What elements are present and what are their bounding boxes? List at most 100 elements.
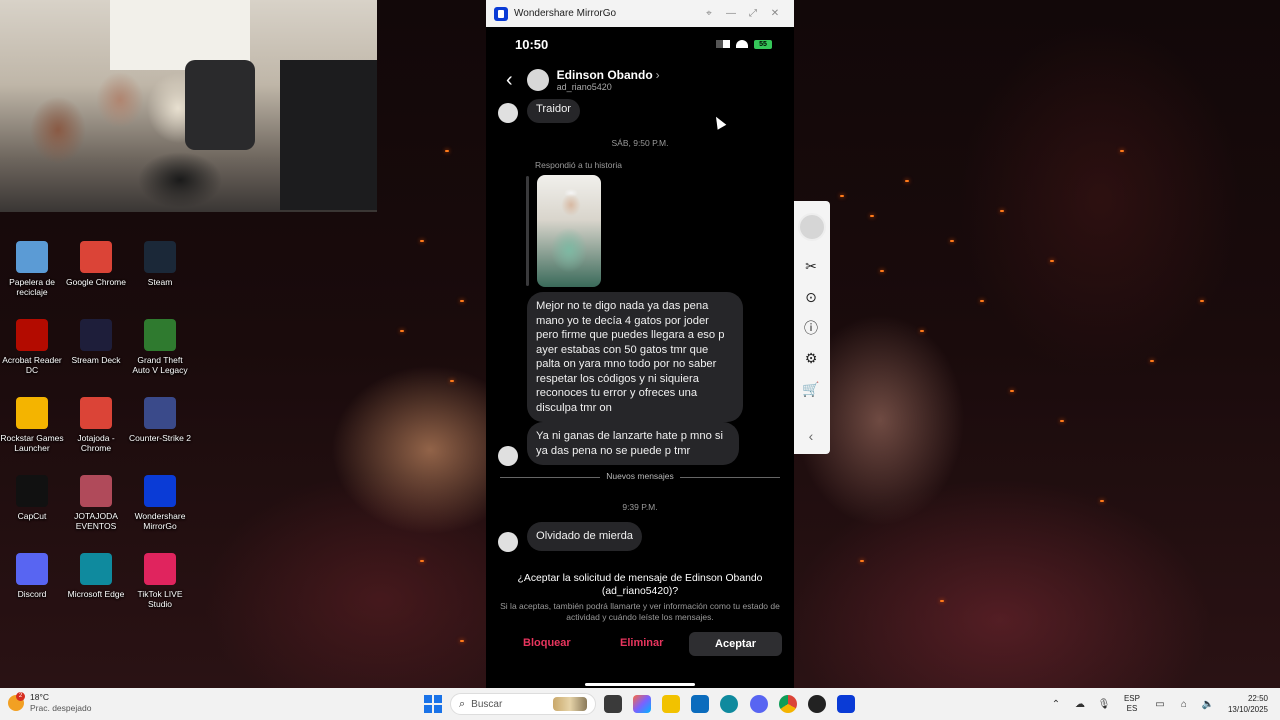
desktop-icon-label: TikTok LIVE Studio (137, 589, 183, 609)
delete-button[interactable]: Eliminar (620, 637, 663, 649)
ember (870, 215, 874, 217)
search-highlight-image (553, 697, 587, 711)
store-icon[interactable] (691, 695, 709, 713)
ember (460, 300, 464, 302)
weather-widget[interactable]: 2 18°C Prac. despejado (8, 692, 91, 714)
desktop-icon-label: Discord (17, 589, 47, 599)
taskbar-search[interactable]: ⌕ Buscar (450, 693, 596, 715)
contact-info[interactable]: Edinson Obando › ad_riano5420 (557, 68, 660, 92)
desktop-icon[interactable]: Google Chrome (64, 241, 128, 287)
desktop-icon-label: Stream Deck (71, 355, 121, 365)
ember (1100, 500, 1104, 502)
maximize-icon[interactable]: ⤢ (742, 8, 764, 19)
windows-start-icon[interactable] (424, 695, 442, 713)
ember (940, 600, 944, 602)
alert-icon[interactable]: ⓘ (801, 318, 821, 338)
desktop-icon[interactable]: JOTAJODA EVENTOS (64, 475, 128, 531)
weather-desc: Prac. despejado (30, 703, 92, 713)
sender-avatar (498, 446, 518, 466)
recycle-bin-icon (16, 241, 48, 273)
desktop-icon[interactable]: Jotajoda - Chrome (64, 397, 128, 453)
mirrorgo-icon (144, 475, 176, 507)
message-bubble[interactable]: Traidor (527, 99, 581, 123)
copilot-icon[interactable] (633, 695, 651, 713)
chrome-icon (80, 397, 112, 429)
message-bubble[interactable]: Olvidado de mierda (527, 522, 643, 551)
sender-avatar (498, 532, 518, 552)
system-tray: ⌃ ☁ 🎙 ESP ES ▭ ⌂ 🔈 22:50 13/10/2025 (1044, 688, 1280, 720)
close-icon[interactable]: ✕ (764, 8, 786, 19)
volume-icon[interactable]: 🔈 (1201, 699, 1215, 710)
mirrorgo-window: Wondershare MirrorGo ⌖ — ⤢ ✕ 10:50 55 ‹ … (486, 0, 794, 688)
desktop-icon[interactable]: Papelera de reciclaje (0, 241, 64, 297)
record-icon[interactable]: ⊙ (801, 287, 821, 307)
desktop-icon[interactable]: Wondershare MirrorGo (128, 475, 192, 531)
discord-icon (16, 553, 48, 585)
collapse-icon[interactable]: ‹ (801, 426, 821, 446)
ember (445, 150, 449, 152)
weather-temp: 18°C (30, 692, 49, 702)
desktop-icon-label: Steam (147, 277, 173, 287)
pin-icon[interactable]: ⌖ (698, 8, 720, 19)
desktop-icon[interactable]: TikTok LIVE Studio (128, 553, 192, 609)
device-avatar[interactable] (798, 213, 826, 241)
message-list[interactable]: Traidor SÁB, 9:50 P.M. Respondió a tu hi… (486, 99, 794, 569)
clock[interactable]: 22:50 13/10/2025 (1228, 693, 1268, 715)
display-icon[interactable]: ▭ (1153, 699, 1167, 710)
desktop-icon[interactable]: Microsoft Edge (64, 553, 128, 599)
window-titlebar[interactable]: Wondershare MirrorGo ⌖ — ⤢ ✕ (486, 0, 794, 27)
message-bubble[interactable]: Mejor no te digo nada ya das pena mano y… (527, 292, 743, 422)
desktop-icon[interactable]: Steam (128, 241, 192, 287)
chrome-icon (80, 241, 112, 273)
contact-username: ad_riano5420 (556, 82, 612, 92)
mirrorgo-logo-icon (494, 6, 508, 21)
search-placeholder: Buscar (471, 698, 503, 710)
contact-avatar[interactable] (526, 69, 549, 91)
home-indicator[interactable] (585, 683, 695, 686)
desktop-icon[interactable]: Stream Deck (64, 319, 128, 365)
minimize-icon[interactable]: — (720, 8, 742, 19)
obs-icon[interactable] (808, 695, 826, 713)
microphone-icon[interactable]: 🎙 (1097, 699, 1111, 710)
message-bubble[interactable]: Ya ni ganas de lanzarte hate p mno si ya… (527, 422, 739, 465)
desktop-icon[interactable]: CapCut (0, 475, 64, 521)
chevron-up-icon[interactable]: ⌃ (1049, 699, 1063, 710)
phone-screen: 10:50 55 ‹ Edinson Obando › ad_riano5420 … (486, 27, 794, 688)
story-thumbnail[interactable] (537, 175, 601, 287)
desktop-icon[interactable]: Counter-Strike 2 (128, 397, 192, 443)
block-button[interactable]: Bloquear (523, 637, 571, 649)
edge-icon[interactable] (720, 695, 738, 713)
desktop-icon[interactable]: Acrobat Reader DC (0, 319, 64, 375)
ember (1120, 150, 1124, 152)
timestamp: 9:39 P.M. (622, 502, 658, 512)
desktop-icon-label: Jotajoda - Chrome (77, 433, 115, 453)
phone-status-bar: 10:50 55 (486, 27, 794, 61)
chevron-right-icon: › (655, 68, 660, 82)
task-view-icon[interactable] (604, 695, 622, 713)
mirrorgo-taskbar-icon[interactable] (837, 695, 855, 713)
capcut-icon (16, 475, 48, 507)
network-icon[interactable]: ⌂ (1177, 699, 1191, 710)
discord-icon[interactable] (750, 695, 768, 713)
accept-button[interactable]: Aceptar (689, 632, 782, 656)
scissors-icon[interactable]: ✂ (801, 256, 821, 276)
language-indicator[interactable]: ESP ES (1124, 694, 1140, 714)
desktop-icon[interactable]: Grand Theft Auto V Legacy (128, 319, 192, 375)
desktop-icon[interactable]: Rockstar Games Launcher (0, 397, 64, 453)
window-title: Wondershare MirrorGo (514, 8, 617, 19)
story-reply-label: Respondió a tu historia (535, 160, 622, 170)
chrome-icon[interactable] (779, 695, 797, 713)
desktop-icon[interactable]: Discord (0, 553, 64, 599)
file-explorer-icon[interactable] (662, 695, 680, 713)
cart-icon[interactable]: 🛒 (801, 379, 821, 399)
request-question: ¿Aceptar la solicitud de mensaje de Edin… (517, 573, 763, 597)
mirrorgo-side-toolbar: ✂ ⊙ ⓘ ⚙ 🛒 ‹ (794, 201, 830, 454)
battery-icon: 55 (754, 39, 772, 49)
contact-name: Edinson Obando (556, 68, 653, 82)
settings-icon[interactable]: ⚙ (801, 348, 821, 368)
desktop-icon-label: JOTAJODA EVENTOS (74, 511, 118, 531)
ember (1200, 300, 1204, 302)
rockstar-icon (16, 397, 48, 429)
back-arrow-icon[interactable]: ‹ (506, 69, 513, 92)
cloud-icon[interactable]: ☁ (1073, 699, 1087, 710)
